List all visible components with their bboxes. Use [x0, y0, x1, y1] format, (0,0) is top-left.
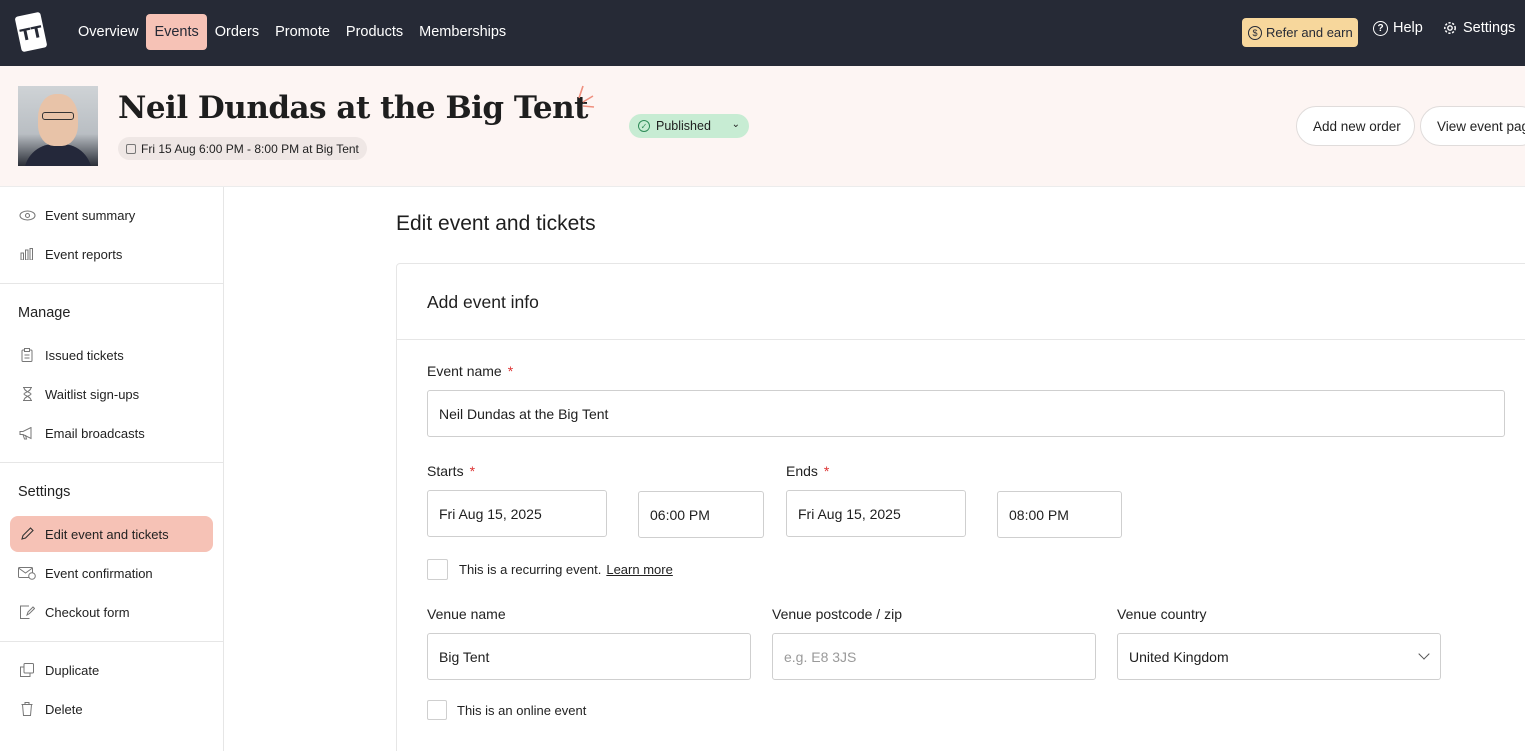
sidebar-item-label: Event reports — [45, 246, 123, 262]
sidebar-item-label: Waitlist sign-ups — [45, 386, 140, 402]
venue-postcode-label: Venue postcode / zip — [772, 606, 902, 622]
form-edit-icon — [18, 604, 36, 620]
question-circle-icon: ? — [1373, 20, 1388, 36]
ends-label-text: Ends — [786, 463, 818, 479]
help-label: Help — [1393, 20, 1423, 36]
event-image — [18, 86, 98, 166]
event-header: Neil Dundas at the Big Tent Fri 15 Aug 6… — [0, 66, 1525, 187]
sidebar-item-label: Checkout form — [45, 604, 130, 620]
sparkle-icon — [578, 85, 595, 108]
refer-label: Refer and earn — [1266, 25, 1353, 40]
start-date-input[interactable]: Fri Aug 15, 2025 — [427, 490, 607, 537]
nav-events[interactable]: Events — [146, 14, 207, 50]
sidebar-item-waitlist[interactable]: Waitlist sign-ups — [10, 376, 213, 412]
online-event-checkbox[interactable] — [427, 700, 447, 720]
megaphone-icon — [18, 425, 36, 441]
main-nav: Overview Events Orders Promote Products … — [70, 14, 514, 50]
event-date-text: Fri 15 Aug 6:00 PM - 8:00 PM at Big Tent — [141, 141, 359, 156]
starts-label: Starts * — [427, 463, 475, 479]
nav-promote[interactable]: Promote — [267, 14, 338, 50]
venue-postcode-input[interactable]: e.g. E8 3JS — [772, 633, 1096, 680]
manage-heading: Manage — [18, 305, 71, 321]
required-mark: * — [469, 463, 476, 479]
nav-overview[interactable]: Overview — [70, 14, 146, 50]
starts-label-text: Starts — [427, 463, 464, 479]
calendar-icon — [126, 143, 136, 154]
sidebar-item-duplicate[interactable]: Duplicate — [10, 652, 213, 688]
venue-country-label: Venue country — [1117, 606, 1207, 622]
eye-icon — [18, 207, 36, 223]
status-label: Published — [656, 119, 711, 133]
sidebar-item-event-reports[interactable]: Event reports — [10, 236, 213, 272]
venue-country-value: United Kingdom — [1129, 648, 1229, 665]
required-mark: * — [823, 463, 830, 479]
venue-name-input[interactable]: Big Tent — [427, 633, 751, 680]
required-mark: * — [507, 363, 514, 379]
add-new-order-button[interactable]: Add new order — [1296, 106, 1415, 146]
sidebar-item-event-confirmation[interactable]: Event confirmation — [10, 555, 213, 591]
sidebar-item-checkout-form[interactable]: Checkout form — [10, 594, 213, 630]
settings-label: Settings — [1463, 20, 1516, 36]
event-name-label: Event name * — [427, 363, 513, 379]
venue-country-select[interactable]: United Kingdom — [1117, 633, 1441, 680]
end-date-input[interactable]: Fri Aug 15, 2025 — [786, 490, 966, 537]
card-header: Add event info — [397, 264, 1525, 340]
clipboard-icon — [18, 347, 36, 363]
sidebar-item-label: Duplicate — [45, 662, 100, 678]
recurring-label-text: This is a recurring event. — [459, 562, 602, 577]
sidebar-item-label: Issued tickets — [45, 347, 124, 363]
chevron-down-icon: ⌄ — [731, 119, 740, 130]
top-navbar: TT Overview Events Orders Promote Produc… — [0, 0, 1525, 66]
hourglass-icon — [18, 386, 36, 402]
trash-icon — [18, 701, 36, 717]
view-event-page-button[interactable]: View event pag — [1420, 106, 1525, 146]
sidebar-item-label: Email broadcasts — [45, 425, 145, 441]
copy-icon — [18, 662, 36, 678]
sidebar-item-label: Delete — [45, 701, 83, 717]
dollar-coin-icon: $ — [1248, 25, 1262, 40]
nav-products[interactable]: Products — [338, 14, 411, 50]
sidebar-item-event-summary[interactable]: Event summary — [10, 197, 213, 233]
event-name-input[interactable]: Neil Dundas at the Big Tent — [427, 390, 1505, 437]
page-title: Edit event and tickets — [396, 212, 596, 235]
check-circle-icon: ✓ — [638, 120, 650, 132]
event-name-label-text: Event name — [427, 363, 502, 379]
sidebar-item-email-broadcasts[interactable]: Email broadcasts — [10, 415, 213, 451]
settings-heading: Settings — [18, 484, 71, 500]
sidebar-item-label: Event summary — [45, 207, 136, 223]
pencil-icon — [18, 526, 36, 542]
event-sidebar: Event summary Event reports Manage Issue… — [0, 187, 224, 751]
help-link[interactable]: ? Help — [1373, 20, 1423, 36]
refer-and-earn-button[interactable]: $ Refer and earn — [1242, 18, 1358, 47]
event-title: Neil Dundas at the Big Tent — [118, 90, 588, 126]
ticket-tailor-logo[interactable]: TT — [12, 9, 50, 55]
sidebar-item-label: Event confirmation — [45, 565, 153, 581]
start-time-input[interactable]: 06:00 PM — [638, 491, 764, 538]
recurring-label: This is a recurring event. Learn more — [459, 562, 673, 577]
event-info-card: Add event info Event name * Neil Dundas a… — [396, 263, 1525, 751]
ends-label: Ends * — [786, 463, 829, 479]
sidebar-item-issued-tickets[interactable]: Issued tickets — [10, 337, 213, 373]
sidebar-item-edit-event[interactable]: Edit event and tickets — [10, 516, 213, 552]
online-event-label: This is an online event — [457, 703, 587, 718]
mail-check-icon — [18, 565, 36, 581]
end-time-input[interactable]: 08:00 PM — [997, 491, 1122, 538]
settings-link[interactable]: Settings — [1442, 20, 1515, 36]
learn-more-link[interactable]: Learn more — [606, 562, 672, 577]
recurring-checkbox[interactable] — [427, 559, 448, 580]
nav-memberships[interactable]: Memberships — [411, 14, 514, 50]
chevron-down-icon — [1418, 648, 1430, 660]
sidebar-item-label: Edit event and tickets — [45, 526, 169, 542]
event-date-pill: Fri 15 Aug 6:00 PM - 8:00 PM at Big Tent — [118, 137, 367, 160]
sidebar-item-delete[interactable]: Delete — [10, 691, 213, 727]
nav-orders[interactable]: Orders — [207, 14, 267, 50]
venue-name-label: Venue name — [427, 606, 506, 622]
status-dropdown[interactable]: ✓ Published ⌄ — [629, 114, 749, 138]
bar-chart-icon — [18, 246, 36, 262]
gear-icon — [1444, 22, 1456, 34]
card-title: Add event info — [427, 292, 539, 312]
